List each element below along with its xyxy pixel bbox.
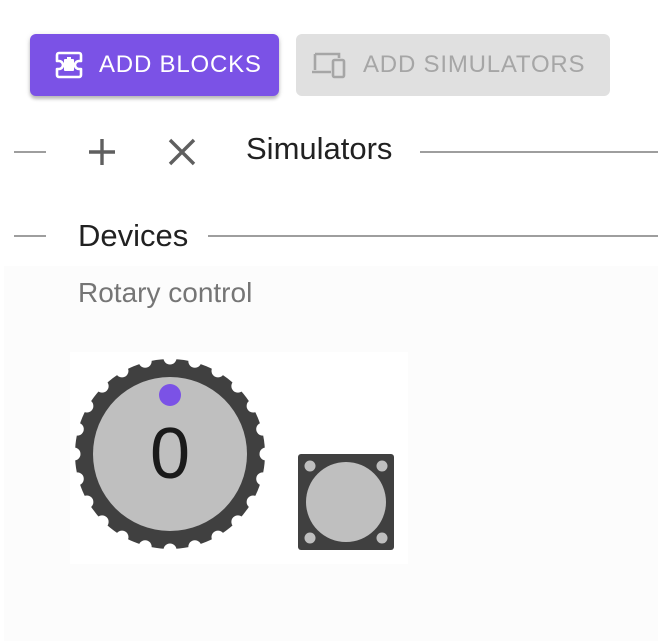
devices-icon <box>311 47 347 83</box>
simulators-title: Simulators <box>246 131 393 166</box>
knob-notch <box>95 379 109 393</box>
divider <box>14 235 46 237</box>
push-button[interactable] <box>298 454 394 550</box>
remove-simulator-button[interactable] <box>160 130 204 174</box>
add-blocks-label: Add blocks <box>99 51 262 78</box>
divider <box>420 151 658 153</box>
add-simulator-button[interactable] <box>80 130 124 174</box>
knob-notch <box>231 515 245 529</box>
knob-indicator <box>159 384 181 406</box>
knob-notch <box>80 495 94 509</box>
divider <box>208 235 658 237</box>
knob-notch <box>231 379 245 393</box>
knob-notch <box>115 364 129 378</box>
divider <box>14 151 46 153</box>
knob-notch <box>246 399 260 413</box>
add-simulators-label: Add simulators <box>363 51 586 78</box>
knob-notch <box>80 399 94 413</box>
puzzle-block-icon <box>51 47 87 83</box>
devices-title: Devices <box>78 218 189 253</box>
knob-notch <box>211 530 225 544</box>
knob-notch <box>115 530 129 544</box>
close-icon <box>168 138 196 166</box>
device-label: Rotary control <box>78 277 253 308</box>
knob-notch <box>95 515 109 529</box>
knob-notch <box>211 364 225 378</box>
add-blocks-button[interactable]: Add blocks <box>30 34 279 96</box>
add-simulators-button[interactable]: Add simulators <box>296 34 610 96</box>
rotary-value: 0 <box>149 414 191 494</box>
plus-icon <box>89 139 115 165</box>
knob-notch <box>246 495 260 509</box>
